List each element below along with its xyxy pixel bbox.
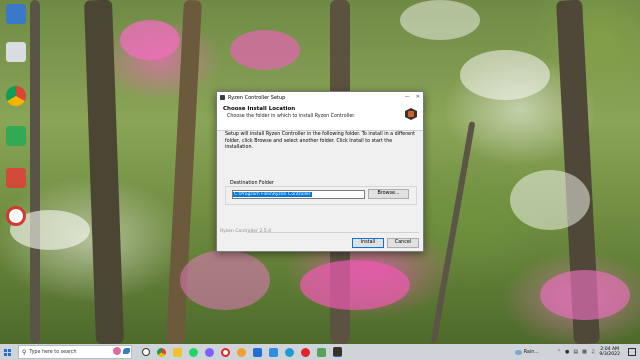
close-icon[interactable]: ✕ (416, 94, 420, 100)
search-placeholder: Type here to search (29, 349, 77, 355)
weather-widget[interactable]: Rain... (514, 349, 539, 355)
youtube-icon[interactable] (301, 347, 310, 357)
app-icon (220, 95, 225, 100)
footer-divider (247, 232, 419, 233)
notification-icon[interactable] (628, 348, 636, 356)
tray-app-icon[interactable]: ● (565, 349, 569, 355)
chrome-icon[interactable] (157, 347, 166, 357)
header-subtitle: Choose the folder in which to install Ry… (227, 114, 356, 119)
ryzen-logo-inner (408, 111, 414, 117)
app-icon-2[interactable] (317, 347, 326, 357)
desktop-icon-2[interactable] (6, 42, 26, 62)
opera-icon[interactable] (221, 347, 230, 357)
instructions-text: Setup will install Ryzen Controller in t… (225, 132, 415, 150)
file-explorer-icon[interactable] (173, 347, 182, 357)
dialog-header: Choose Install Location Choose the folde… (217, 103, 423, 131)
destination-path-text: C:\Program Files\Ryzen Controller (233, 192, 312, 197)
ryzen-controller-icon[interactable] (333, 347, 342, 357)
cancel-button[interactable]: Cancel (387, 238, 419, 248)
system-tray: Rain... ⌃ ● ▤ ▩ ♫ 2:04 AM 9/3/2022 (514, 344, 640, 360)
edge-icon[interactable] (285, 347, 294, 357)
search-input[interactable]: ⚲ Type here to search (18, 345, 132, 359)
window-title: Ryzen Controller Setup (228, 94, 286, 101)
weather-text: Rain... (523, 349, 539, 355)
taskbar: ⚲ Type here to search Rain... ⌃ ● ▤ ▩ ♫ … (0, 344, 640, 360)
volume-icon[interactable]: ♫ (591, 349, 595, 355)
task-view-icon[interactable] (142, 348, 150, 356)
maps-desktop-icon[interactable] (6, 126, 26, 146)
weather-icon (514, 349, 522, 355)
teamviewer-icon[interactable] (253, 347, 262, 357)
dialog-titlebar[interactable]: Ryzen Controller Setup — ✕ (217, 92, 423, 103)
install-button[interactable]: Install (352, 238, 384, 248)
destination-path-input[interactable]: C:\Program Files\Ryzen Controller (232, 190, 365, 199)
browse-button[interactable]: Browse... (368, 189, 409, 199)
app-icon-1[interactable] (237, 347, 246, 357)
destination-label: Destination Folder (229, 181, 275, 186)
header-title: Choose Install Location (223, 106, 296, 112)
whatsapp-icon[interactable] (189, 347, 198, 357)
chevron-up-icon[interactable]: ⌃ (557, 349, 561, 355)
desktop-icon-1[interactable] (6, 4, 26, 24)
clock[interactable]: 2:04 AM 9/3/2022 (599, 347, 620, 358)
chrome-desktop-icon[interactable] (6, 86, 26, 106)
desktop-icon-6[interactable] (6, 206, 26, 226)
start-button[interactable] (0, 344, 14, 360)
messenger-icon[interactable] (205, 347, 214, 357)
windows-icon (3, 348, 11, 356)
setup-dialog: Ryzen Controller Setup — ✕ Choose Instal… (216, 91, 424, 252)
network-icon[interactable]: ▤ (573, 349, 578, 355)
minimize-icon[interactable]: — (405, 94, 410, 100)
flower-icon (113, 347, 121, 355)
store-icon[interactable] (269, 347, 278, 357)
bird-icon (123, 348, 130, 354)
search-icon: ⚲ (22, 348, 27, 356)
clock-date: 9/3/2022 (599, 352, 620, 357)
battery-icon[interactable]: ▩ (582, 349, 587, 355)
desktop-icon-5[interactable] (6, 168, 26, 188)
